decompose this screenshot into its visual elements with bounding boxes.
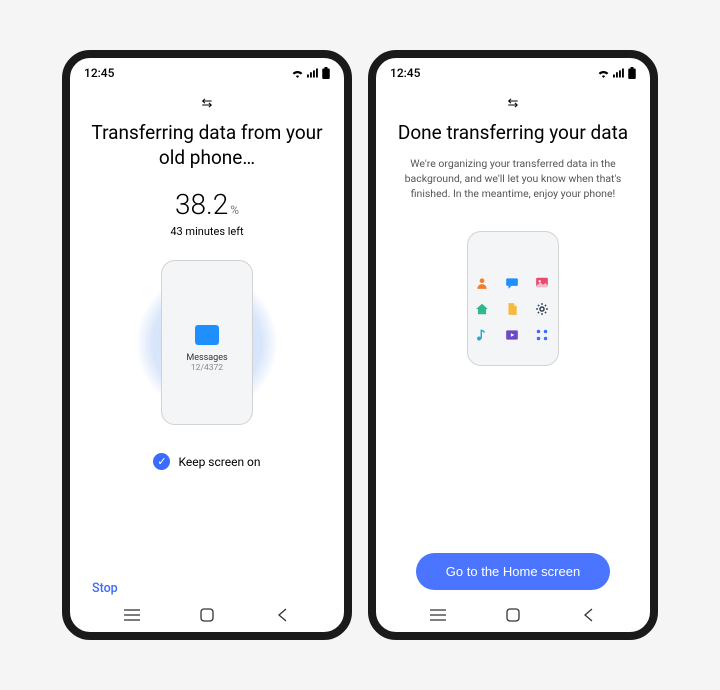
transfer-arrows-icon: ⇆	[508, 96, 519, 111]
phone-illustration	[467, 231, 559, 366]
keep-screen-label: Keep screen on	[178, 455, 260, 469]
phone-illustration: Messages 12/4372	[161, 260, 253, 425]
footer-actions: Stop	[88, 569, 326, 596]
current-item-label: Messages	[186, 353, 227, 363]
percent-value: 38.2	[175, 188, 228, 221]
current-item-progress: 12/4372	[191, 363, 223, 373]
messages-icon	[504, 275, 520, 291]
percent-unit: %	[230, 203, 239, 217]
contacts-icon	[474, 275, 490, 291]
status-icons	[597, 67, 636, 79]
footer-actions: Go to the Home screen	[394, 529, 632, 596]
settings-icon	[534, 301, 550, 317]
transfer-arrows-icon: ⇆	[202, 96, 213, 111]
page-title: Done transferring your data	[398, 121, 628, 146]
mini-phone: Messages 12/4372	[161, 260, 253, 425]
check-icon: ✓	[153, 453, 170, 470]
phone-done: 12:45 ⇆ Done transferring your data We'r…	[368, 50, 658, 640]
app-grid	[474, 275, 552, 343]
nav-back[interactable]	[568, 608, 608, 622]
progress-percent: 38.2%	[175, 188, 239, 221]
battery-icon	[322, 67, 330, 79]
stop-button[interactable]: Stop	[92, 581, 118, 596]
messages-icon	[195, 325, 219, 345]
apps-icon	[534, 327, 550, 343]
page-title: Transferring data from your old phone…	[88, 121, 326, 170]
transfer-content: ⇆ Transferring data from your old phone……	[70, 84, 344, 596]
video-icon	[504, 327, 520, 343]
navigation-bar	[70, 596, 344, 632]
wifi-icon	[597, 68, 610, 78]
navigation-bar	[376, 596, 650, 632]
nav-home[interactable]	[493, 608, 533, 622]
status-bar: 12:45	[376, 58, 650, 84]
page-subtitle: We're organizing your transferred data i…	[394, 156, 632, 202]
status-time: 12:45	[390, 66, 420, 80]
battery-icon	[628, 67, 636, 79]
signal-icon	[307, 68, 319, 78]
status-bar: 12:45	[70, 58, 344, 84]
keep-screen-on-toggle[interactable]: ✓ Keep screen on	[153, 453, 260, 470]
wifi-icon	[291, 68, 304, 78]
nav-recents[interactable]	[418, 609, 458, 621]
nav-home[interactable]	[187, 608, 227, 622]
gallery-icon	[534, 275, 550, 291]
signal-icon	[613, 68, 625, 78]
nav-recents[interactable]	[112, 609, 152, 621]
home-screen-button[interactable]: Go to the Home screen	[416, 553, 610, 590]
music-icon	[474, 327, 490, 343]
done-content: ⇆ Done transferring your data We're orga…	[376, 84, 650, 596]
home-icon	[474, 301, 490, 317]
phone-transferring: 12:45 ⇆ Transferring data from your old …	[62, 50, 352, 640]
mini-phone	[467, 231, 559, 366]
time-remaining: 43 minutes left	[170, 225, 243, 238]
nav-back[interactable]	[262, 608, 302, 622]
status-time: 12:45	[84, 66, 114, 80]
status-icons	[291, 67, 330, 79]
files-icon	[504, 301, 520, 317]
